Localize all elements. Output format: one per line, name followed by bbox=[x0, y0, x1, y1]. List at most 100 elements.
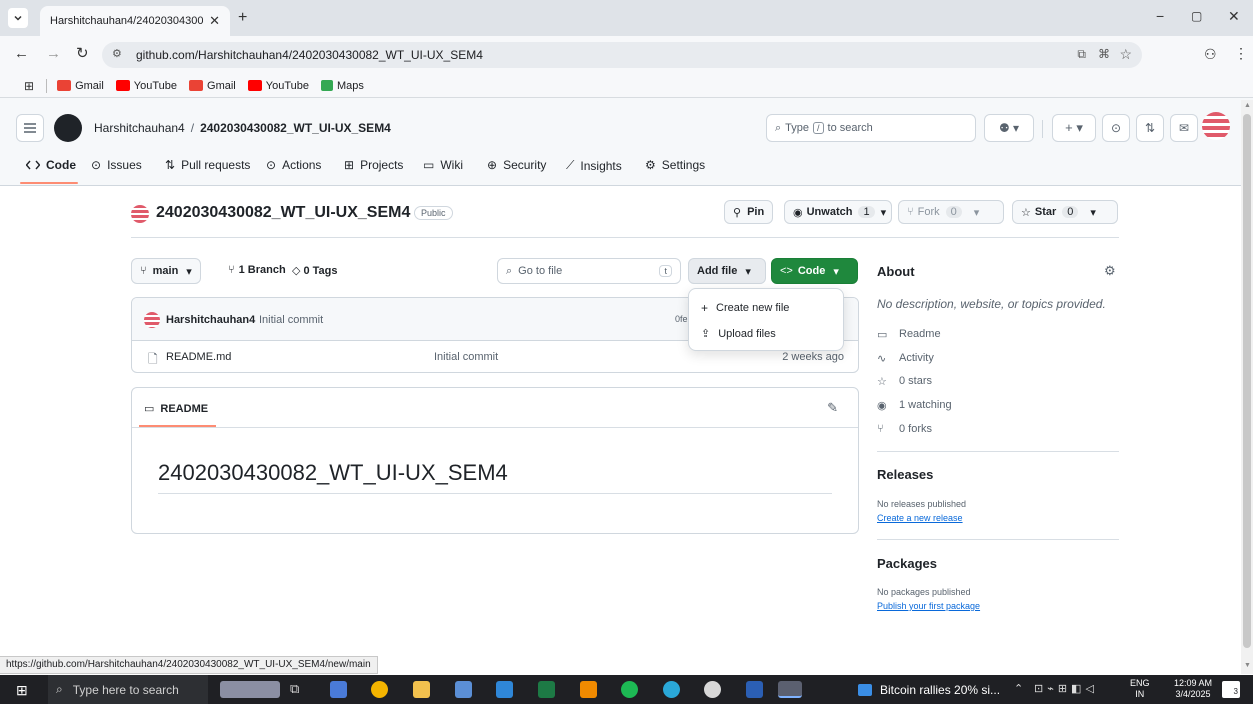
windows-start-icon[interactable]: ⊞ bbox=[16, 682, 28, 699]
widget-thumbnail-icon[interactable] bbox=[220, 681, 280, 698]
bookmark-gmail[interactable]: Gmail bbox=[57, 80, 104, 92]
pin-button[interactable]: ⚲ Pin bbox=[724, 200, 774, 224]
tab-wiki[interactable]: ▭ Wiki bbox=[423, 158, 463, 172]
edge-app-icon[interactable] bbox=[663, 681, 680, 698]
hamburger-menu-button[interactable] bbox=[16, 114, 44, 142]
vlc-app-icon[interactable] bbox=[580, 681, 597, 698]
bookmark-maps[interactable]: Maps bbox=[321, 80, 364, 92]
browser-tab[interactable]: Harshitchauhan4/24020304300 ✕ bbox=[40, 6, 230, 36]
close-window-button[interactable]: ✕ bbox=[1228, 8, 1240, 25]
maximize-button[interactable]: ▢ bbox=[1191, 9, 1202, 23]
bookmark-youtube[interactable]: YouTube bbox=[115, 80, 177, 92]
copilot-button[interactable]: ⚉ ▾ bbox=[984, 114, 1034, 142]
excel-app-icon[interactable] bbox=[538, 681, 555, 698]
edit-pencil-icon[interactable]: ✎ bbox=[827, 400, 838, 416]
close-icon[interactable]: ✕ bbox=[209, 13, 220, 29]
language-indicator[interactable]: ENG IN bbox=[1130, 678, 1150, 700]
pull-requests-button[interactable]: ⇅ bbox=[1136, 114, 1164, 142]
about-forks-link[interactable]: ⑂ 0 forks bbox=[877, 423, 932, 435]
branches-link[interactable]: ⑂ 1 Branch bbox=[228, 264, 286, 276]
tags-link[interactable]: ◇ 0 Tags bbox=[292, 264, 338, 278]
page-scrollbar[interactable]: ▲ ▼ bbox=[1241, 100, 1253, 674]
address-bar[interactable]: ⚙ github.com/Harshitchauhan4/24020304300… bbox=[102, 42, 1142, 68]
tab-insights[interactable]: ⟋ Insights bbox=[566, 158, 622, 173]
code-button[interactable]: <> Code ▾ bbox=[771, 258, 858, 284]
calculator-app-icon[interactable] bbox=[455, 681, 472, 698]
menu-item-create-file[interactable]: + Create new file bbox=[701, 301, 789, 315]
repo-title[interactable]: 2402030430082_WT_UI-UX_SEM4 bbox=[156, 204, 410, 222]
task-view-icon[interactable]: ⧉ bbox=[290, 681, 299, 697]
repo-link[interactable]: 2402030430082_WT_UI-UX_SEM4 bbox=[200, 121, 391, 135]
create-release-link[interactable]: Create a new release bbox=[877, 513, 963, 523]
scroll-thumb[interactable] bbox=[1243, 114, 1251, 648]
owner-link[interactable]: Harshitchauhan4 bbox=[94, 121, 185, 135]
apps-grid-icon[interactable]: ⊞ bbox=[24, 79, 34, 93]
tab-actions[interactable]: ⊙ Actions bbox=[266, 158, 321, 172]
go-to-file-input[interactable]: ⌕ Go to file t bbox=[497, 258, 681, 284]
github-logo-icon[interactable] bbox=[54, 114, 82, 142]
about-settings-gear-icon[interactable]: ⚙ bbox=[1104, 263, 1116, 279]
menu-kebab-icon[interactable]: ⋮ bbox=[1234, 45, 1248, 62]
create-new-button[interactable]: + ▾ bbox=[1052, 114, 1096, 142]
translate-icon[interactable]: ⌘ bbox=[1098, 47, 1110, 61]
notifications-button[interactable]: ✉ bbox=[1170, 114, 1198, 142]
clock[interactable]: 12:09 AM 3/4/2025 bbox=[1174, 678, 1212, 700]
taskbar-search-input[interactable]: ⌕ Type here to search bbox=[48, 675, 208, 704]
copilot-app-icon[interactable] bbox=[330, 681, 347, 698]
releases-title[interactable]: Releases bbox=[877, 467, 933, 482]
news-widget[interactable]: Bitcoin rallies 20% si... bbox=[858, 675, 1000, 704]
forward-button[interactable]: → bbox=[46, 45, 61, 62]
commit-author[interactable]: Harshitchauhan4 bbox=[166, 314, 255, 326]
new-tab-button[interactable]: + bbox=[238, 9, 247, 27]
tray-overflow-icon[interactable]: ⌃ bbox=[1014, 682, 1023, 695]
tab-pull-requests[interactable]: ⇅ Pull requests bbox=[165, 158, 250, 172]
chrome-active-app-icon[interactable] bbox=[778, 681, 802, 698]
reload-button[interactable]: ↻ bbox=[76, 44, 89, 62]
unwatch-button[interactable]: ◉ Unwatch 1 ▾ bbox=[784, 200, 892, 224]
file-name[interactable]: README.md bbox=[166, 351, 231, 363]
about-activity-link[interactable]: ∿ Activity bbox=[877, 352, 934, 365]
star-button[interactable]: ☆ Star 0 ▾ bbox=[1012, 200, 1118, 224]
about-watching-link[interactable]: ◉ 1 watching bbox=[877, 399, 952, 412]
tab-code[interactable]: Code bbox=[26, 158, 76, 172]
book-icon: ▭ bbox=[877, 329, 888, 341]
tab-issues[interactable]: ⊙ Issues bbox=[91, 158, 142, 172]
menu-item-upload-files[interactable]: ⇪ Upload files bbox=[701, 327, 776, 341]
bookmark-gmail[interactable]: Gmail bbox=[189, 80, 236, 92]
bookmark-youtube[interactable]: YouTube bbox=[247, 80, 309, 92]
bookmark-star-icon[interactable]: ☆ bbox=[1119, 46, 1132, 63]
scroll-up-arrow[interactable]: ▲ bbox=[1244, 102, 1251, 109]
readme-tab[interactable]: ▭ README bbox=[144, 402, 208, 416]
tab-search-button[interactable] bbox=[8, 8, 28, 28]
install-icon[interactable]: ⧉ bbox=[1077, 47, 1086, 62]
spotify-app-icon[interactable] bbox=[621, 681, 638, 698]
issues-button[interactable]: ⊙ bbox=[1102, 114, 1130, 142]
mail-app-icon[interactable] bbox=[496, 681, 513, 698]
branch-select[interactable]: ⑂ main ▾ bbox=[131, 258, 201, 284]
publish-package-link[interactable]: Publish your first package bbox=[877, 601, 980, 611]
global-search-input[interactable]: ⌕ Type / to search bbox=[766, 114, 976, 142]
commit-hash[interactable]: 0fe bbox=[675, 314, 688, 324]
notification-center-icon[interactable]: 3 bbox=[1222, 681, 1240, 698]
about-readme-link[interactable]: ▭ Readme bbox=[877, 328, 941, 341]
word-app-icon[interactable] bbox=[746, 681, 763, 698]
chrome-app-icon[interactable] bbox=[371, 681, 388, 698]
about-stars-link[interactable]: ☆ 0 stars bbox=[877, 375, 932, 388]
chrome-app-icon[interactable] bbox=[704, 681, 721, 698]
profile-icon[interactable]: ⚇ bbox=[1204, 46, 1217, 63]
packages-title[interactable]: Packages bbox=[877, 556, 937, 571]
file-explorer-icon[interactable] bbox=[413, 681, 430, 698]
tray-icons[interactable]: ⊡⌁⊞◧◁ bbox=[1034, 682, 1098, 695]
site-info-icon[interactable]: ⚙ bbox=[112, 47, 122, 60]
avatar[interactable] bbox=[1202, 112, 1230, 140]
tab-settings[interactable]: ⚙ Settings bbox=[645, 158, 705, 172]
tab-projects[interactable]: ⊞ Projects bbox=[344, 158, 403, 172]
minimize-button[interactable]: − bbox=[1156, 8, 1164, 24]
file-commit-message[interactable]: Initial commit bbox=[434, 351, 498, 363]
commit-message[interactable]: Initial commit bbox=[259, 314, 323, 326]
tab-security[interactable]: ⊕ Security bbox=[487, 158, 546, 172]
back-button[interactable]: ← bbox=[14, 45, 29, 62]
scroll-down-arrow[interactable]: ▼ bbox=[1244, 662, 1251, 669]
fork-button[interactable]: ⑂ Fork 0 ▾ bbox=[898, 200, 1004, 224]
add-file-button[interactable]: Add file ▾ bbox=[688, 258, 766, 284]
